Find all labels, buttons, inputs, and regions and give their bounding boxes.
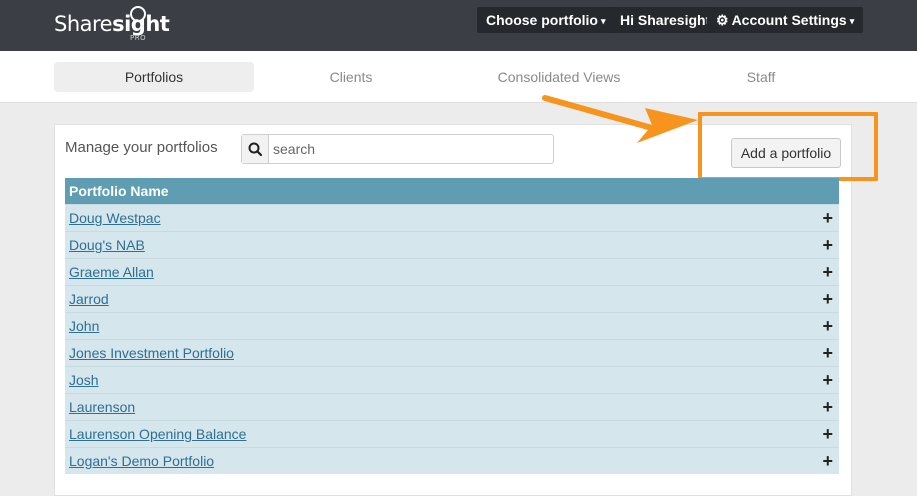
plus-icon[interactable]: +	[822, 394, 833, 420]
plus-icon[interactable]: +	[822, 313, 833, 339]
table-row: Josh +	[65, 366, 839, 393]
choose-portfolio-dropdown[interactable]: Choose portfolio ▾	[477, 7, 615, 33]
sharesight-logo[interactable]: Sharesight	[54, 12, 170, 36]
portfolio-link[interactable]: Laurenson	[69, 394, 135, 420]
table-row: Laurenson +	[65, 393, 839, 420]
table-row: John +	[65, 312, 839, 339]
tab-staff[interactable]: Staff	[661, 62, 861, 92]
table-row: Doug Westpac +	[65, 204, 839, 231]
plus-icon[interactable]: +	[822, 286, 833, 312]
plus-icon[interactable]: +	[822, 421, 833, 447]
table-row: Doug's NAB +	[65, 231, 839, 258]
tab-portfolios[interactable]: Portfolios	[54, 62, 254, 92]
portfolio-link[interactable]: John	[69, 313, 99, 339]
portfolio-link[interactable]: Jones Investment Portfolio	[69, 340, 234, 366]
table-row: Jarrod +	[65, 285, 839, 312]
annotation-arrow-icon	[542, 95, 698, 143]
portfolio-link[interactable]: Jarrod	[69, 286, 109, 312]
portfolio-table: Portfolio Name Doug Westpac + Doug's NAB + G…	[65, 178, 839, 474]
table-row: Logan's Demo Portfolio +	[65, 447, 839, 474]
plus-icon[interactable]: +	[822, 448, 833, 474]
portfolio-link[interactable]: Josh	[69, 367, 99, 393]
portfolio-link[interactable]: Graeme Allan	[69, 259, 154, 285]
plus-icon[interactable]: +	[822, 259, 833, 285]
account-settings-label: Account Settings	[731, 12, 847, 28]
portfolio-link[interactable]: Doug's NAB	[69, 232, 145, 258]
plus-icon[interactable]: +	[822, 340, 833, 366]
manage-portfolios-heading: Manage your portfolios	[65, 139, 218, 156]
table-row: Graeme Allan +	[65, 258, 839, 285]
plus-icon[interactable]: +	[822, 232, 833, 258]
caret-down-icon: ▾	[601, 16, 606, 26]
plus-icon[interactable]: +	[822, 367, 833, 393]
search-box	[241, 134, 554, 164]
table-row: Laurenson Opening Balance +	[65, 420, 839, 447]
top-navbar: Sharesight PRO Choose portfolio ▾ Hi Shar…	[0, 0, 917, 51]
gear-icon: ⚙	[716, 12, 729, 28]
tab-consolidated-views[interactable]: Consolidated Views	[459, 62, 659, 92]
caret-down-icon: ▾	[849, 16, 855, 26]
logo-ring-icon	[130, 6, 146, 22]
account-settings-dropdown[interactable]: ⚙ Account Settings ▾	[707, 7, 864, 33]
portfolio-link[interactable]: Logan's Demo Portfolio	[69, 448, 214, 474]
plus-icon[interactable]: +	[822, 205, 833, 231]
user-greeting-button[interactable]: Hi Sharesight	[611, 7, 720, 33]
search-icon[interactable]	[242, 135, 269, 163]
tab-clients[interactable]: Clients	[251, 62, 451, 92]
table-row: Jones Investment Portfolio +	[65, 339, 839, 366]
choose-portfolio-label: Choose portfolio	[486, 12, 598, 28]
portfolio-link[interactable]: Doug Westpac	[69, 205, 161, 231]
annotation-highlight-box	[698, 112, 878, 181]
portfolio-rows: Doug Westpac + Doug's NAB + Graeme Allan + Jar…	[65, 204, 839, 474]
logo-text-light: Share	[54, 12, 113, 36]
section-tabs: Portfolios Clients Consolidated Views St…	[0, 51, 917, 103]
logo-tier: PRO	[130, 34, 147, 42]
user-greeting-label: Hi Sharesight	[620, 12, 711, 28]
column-header-portfolio-name[interactable]: Portfolio Name	[65, 178, 839, 204]
portfolio-link[interactable]: Laurenson Opening Balance	[69, 421, 246, 447]
search-input[interactable]	[269, 135, 551, 163]
